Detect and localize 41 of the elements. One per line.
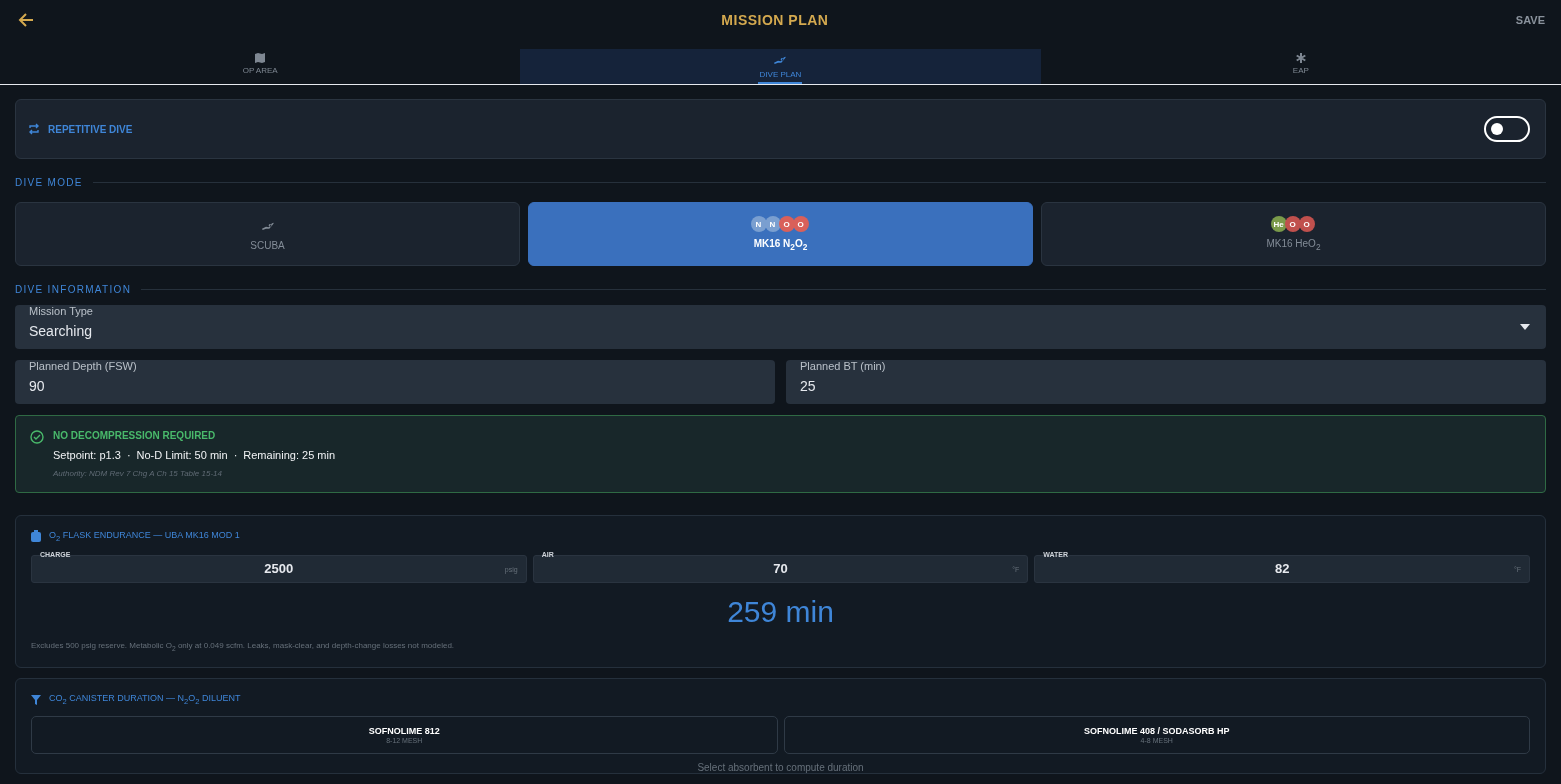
check-circle-icon	[30, 430, 44, 444]
dive-mode-option[interactable]: He O O MK16 HeO$_{2}$	[1041, 202, 1546, 266]
mission-type-dropdown[interactable]: Mission Type Searching	[15, 305, 1546, 349]
planned-depth-field[interactable]: Planned Depth (FSW) 90	[15, 360, 775, 404]
page-title: MISSION PLAN	[721, 12, 829, 28]
canister-icon	[31, 530, 41, 543]
atom-icon: O	[792, 216, 809, 232]
endurance-result: 259 min	[726, 594, 835, 629]
status-detail: Setpoint: p1.3	[53, 449, 121, 461]
atom-icon: O	[1284, 216, 1301, 232]
filter-icon	[31, 694, 41, 705]
tab[interactable]: EAP	[1040, 49, 1561, 84]
atom-icon: He	[1270, 216, 1287, 232]
repetitive-dive-label: REPETITIVE DIVE	[48, 123, 133, 135]
atom-icon: O	[778, 216, 795, 232]
dive-mode-option[interactable]: SCUBA	[15, 202, 520, 266]
dropdown-caret-icon	[1520, 324, 1530, 330]
footnote: Excludes 500 psig reserve. Metabolic O$_{2}$ only at 0.049 scfm. Leaks, mask-clear, and depth-change losses not modeled.	[31, 640, 456, 652]
dive-mode-option[interactable]: N N O O MK16 N$_{2}$O$_{2}$	[528, 202, 1033, 266]
atom-icon: O	[1298, 216, 1315, 232]
planned-bt-field[interactable]: Planned BT (min) 25	[786, 360, 1546, 404]
section-heading: DIVE INFORMATION	[15, 284, 132, 295]
section-heading: DIVE MODE	[15, 177, 83, 188]
panel-title: CO$_{2}$ CANISTER DURATION — N$_{2}$O$_{2}$ DILUENT	[49, 693, 241, 707]
back-button[interactable]	[18, 12, 34, 28]
save-button[interactable]: SAVE	[1515, 14, 1545, 26]
separator-dot: ·	[126, 449, 131, 461]
status-detail: No-D Limit: 50 min	[136, 449, 228, 461]
toggle-switch[interactable]	[1484, 116, 1530, 142]
status-title: NO DECOMPRESSION REQUIRED	[53, 430, 217, 441]
atom-icon: N	[764, 216, 781, 232]
status-detail: Remaining: 25 min	[243, 449, 336, 461]
map-icon	[254, 52, 267, 64]
asterisk-icon	[1294, 52, 1307, 64]
hint-text: Select absorbent to compute duration	[696, 762, 865, 774]
panel-title: O$_{2}$ FLASK ENDURANCE — UBA MK16 MOD 1	[49, 530, 240, 543]
atom-icon: N	[750, 216, 767, 232]
tab[interactable]: DIVE PLAN	[520, 49, 1041, 84]
tab[interactable]: OP AREA	[0, 49, 521, 84]
separator-dot: ·	[233, 449, 238, 461]
repeat-icon	[28, 123, 40, 135]
